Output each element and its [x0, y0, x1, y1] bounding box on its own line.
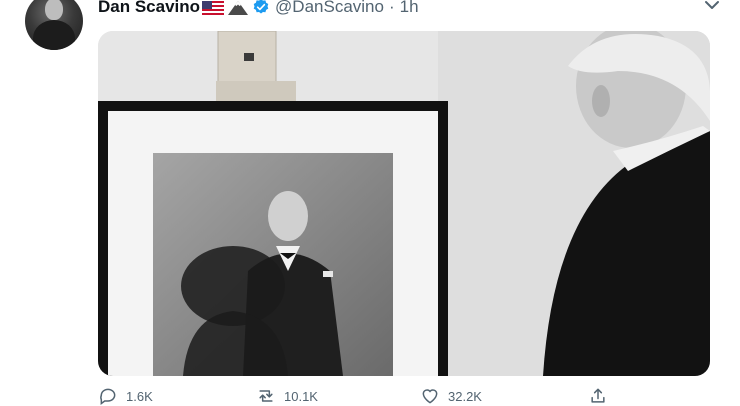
header-separator: ·: [388, 0, 395, 16]
us-flag-icon: [202, 0, 225, 15]
chevron-down-icon[interactable]: [700, 0, 724, 14]
reply-button[interactable]: 1.6K: [98, 386, 153, 406]
share-icon: [591, 388, 605, 403]
mountain-icon: [228, 0, 249, 15]
tweet-timestamp[interactable]: 1h: [400, 0, 419, 17]
reply-icon: [100, 388, 116, 405]
share-button[interactable]: [588, 386, 616, 406]
reply-count: 1.6K: [126, 388, 153, 404]
tweet-card[interactable]: Dan Scavino @DanScavino · 1h 1.6K 10.1K …: [0, 0, 740, 405]
like-button[interactable]: 32.2K: [420, 386, 482, 406]
tweet-actions: 1.6K 10.1K 32.2K: [98, 386, 710, 406]
retweet-icon: [259, 390, 273, 402]
retweet-count: 10.1K: [284, 388, 318, 404]
author-name[interactable]: Dan Scavino: [98, 0, 200, 17]
avatar-body: [33, 20, 75, 50]
tweet-header: Dan Scavino @DanScavino · 1h: [98, 0, 419, 18]
avatar[interactable]: [25, 0, 83, 50]
tweet-image[interactable]: [98, 31, 710, 376]
retweet-button[interactable]: 10.1K: [256, 386, 318, 406]
heart-icon: [422, 389, 438, 404]
author-handle[interactable]: @DanScavino: [275, 0, 384, 17]
verified-badge-icon: [252, 0, 270, 16]
like-count: 32.2K: [448, 388, 482, 404]
avatar-head: [45, 0, 63, 20]
